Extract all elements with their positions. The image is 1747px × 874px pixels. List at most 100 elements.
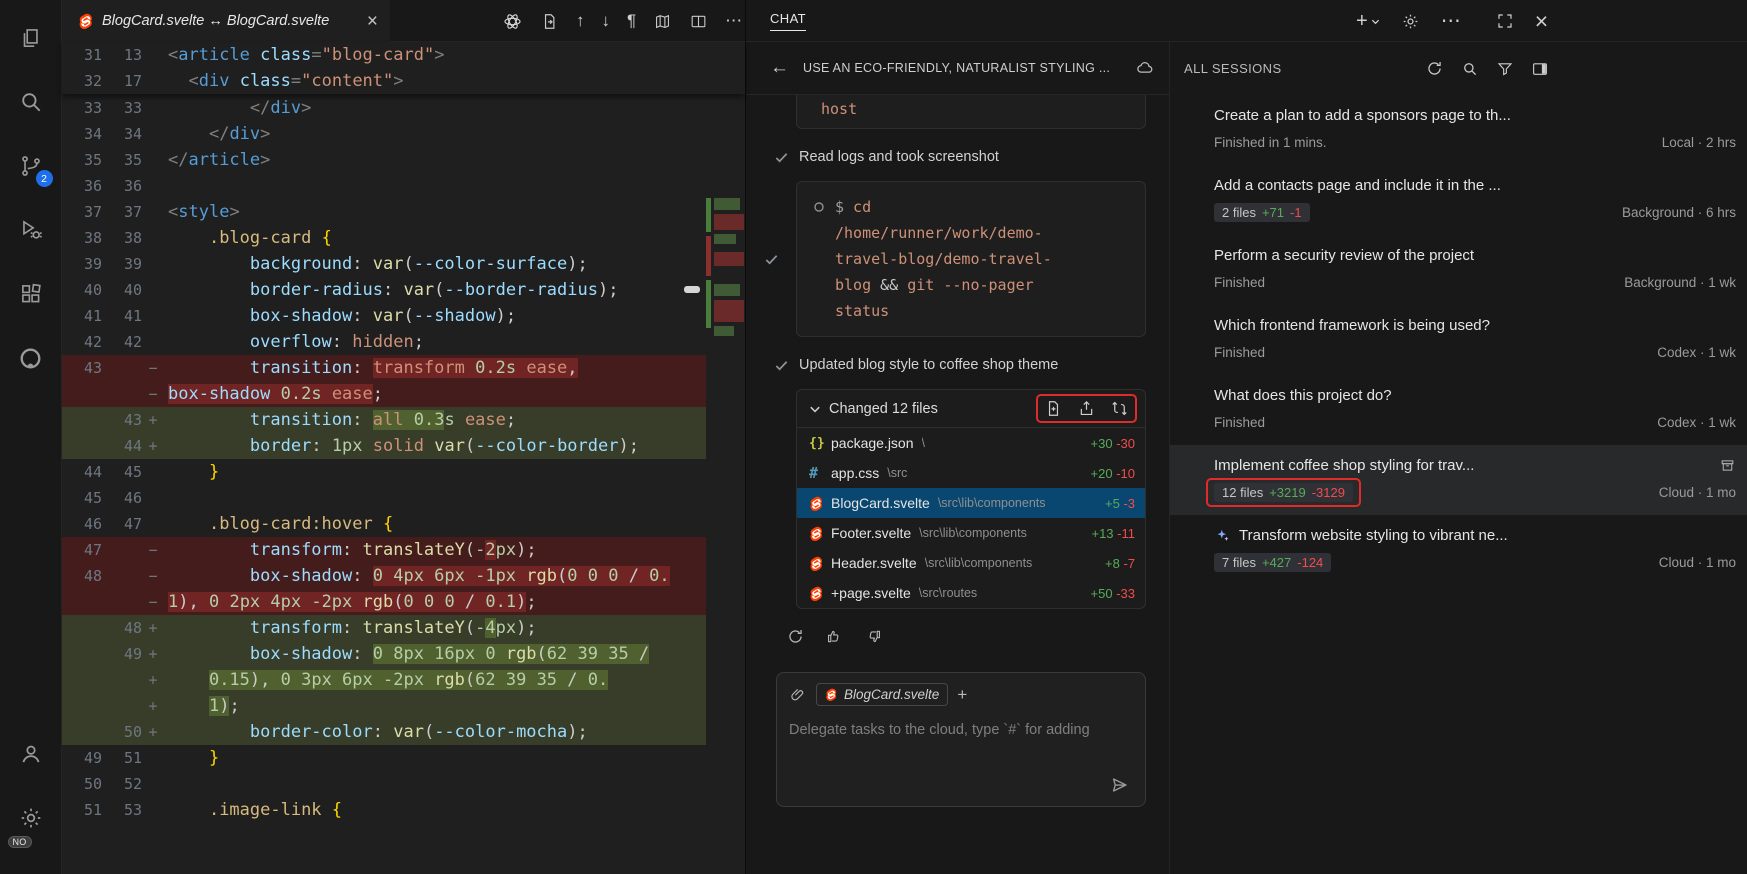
code-line[interactable]: 48+ transform: translateY(-4px); [62,615,745,641]
code-line[interactable]: + 1); [62,693,745,719]
search-icon[interactable] [0,70,62,134]
back-icon[interactable]: ← [770,57,789,79]
sessions-title: ALL SESSIONS [1184,61,1282,76]
changed-file-row[interactable]: Header.svelte\src\lib\components+8 -7 [797,548,1145,578]
code-line[interactable]: −box-shadow 0.2s ease; [62,381,745,407]
tab-chat[interactable]: CHAT [770,0,806,42]
session-item[interactable]: Implement coffee shop styling for trav..… [1170,445,1747,515]
close-icon[interactable]: × [1535,10,1548,33]
code-line[interactable]: 3737<style> [62,199,745,225]
run-debug-icon[interactable] [0,198,62,262]
cloud-icon[interactable] [1135,58,1155,78]
code-line[interactable]: 48− box-shadow: 0 4px 6px -1px rgb(0 0 0… [62,563,745,589]
github-icon[interactable] [0,326,62,390]
code-line[interactable]: 4951 } [62,745,745,771]
sticky-scroll[interactable]: 3113<article class="blog-card">3217 <div… [62,42,745,94]
attach-icon[interactable] [789,686,807,704]
explorer-icon[interactable] [0,6,62,70]
code-line[interactable]: 3113<article class="blog-card"> [62,42,745,68]
compare-changes-icon[interactable] [1110,399,1129,418]
refresh-icon[interactable] [1425,59,1444,78]
code-line[interactable]: 50+ border-color: var(--color-mocha); [62,719,745,745]
scrollbar-handle[interactable] [684,286,700,293]
code-line[interactable]: 3636 [62,173,745,199]
check-icon [774,358,789,373]
more-actions-icon[interactable]: ⋯ [725,11,742,31]
new-file-icon[interactable] [1044,399,1063,418]
changed-file-row[interactable]: +page.svelte\src\routes+50 -33 [797,578,1145,608]
changed-file-row[interactable]: {}package.json\+30 -30 [797,428,1145,458]
code-line[interactable]: 49+ box-shadow: 0 8px 16px 0 rgb(62 39 3… [62,641,745,667]
code-line[interactable]: 4546 [62,485,745,511]
session-item[interactable]: Perform a security review of the project… [1170,235,1747,305]
code-line[interactable]: 4242 overflow: hidden; [62,329,745,355]
previous-change-icon[interactable]: ↑ [576,11,585,31]
command-block[interactable]: $ cd/home/runner/work/demo-travel-blog/d… [796,181,1146,337]
map-icon[interactable] [653,12,672,31]
thumbs-up-icon[interactable] [825,627,844,646]
pilcrow-icon[interactable]: ¶ [627,11,636,31]
extensions-icon[interactable] [0,262,62,326]
code-line[interactable]: 4647 .blog-card:hover { [62,511,745,537]
source-control-icon[interactable]: 2 [0,134,62,198]
feedback-toolbar [786,627,1169,646]
archive-icon[interactable] [1719,457,1736,474]
export-icon[interactable] [1077,399,1096,418]
retry-icon[interactable] [786,627,805,646]
next-change-icon[interactable]: ↓ [602,11,611,31]
new-session-icon[interactable]: + [1356,11,1380,31]
minimap[interactable] [706,42,745,874]
code-line[interactable]: 3535</article> [62,147,745,173]
more-icon[interactable]: ⋯ [1441,11,1461,31]
code-line[interactable]: 3939 background: var(--color-surface); [62,251,745,277]
code-line[interactable]: 43− transition: transform 0.2s ease, [62,355,745,381]
code-line[interactable]: 5052 [62,771,745,797]
add-context-icon[interactable]: + [957,685,967,705]
session-source: Cloud · 1 mo [1659,555,1736,570]
context-chip[interactable]: BlogCard.svelte [816,683,948,706]
changed-file-row[interactable]: Footer.svelte\src\lib\components+13 -11 [797,518,1145,548]
session-item[interactable]: Create a plan to add a sponsors page to … [1170,95,1747,165]
expand-icon[interactable] [1496,12,1514,30]
code-line[interactable]: 43+ transition: all 0.3s ease; [62,407,745,433]
account-icon[interactable] [0,722,62,786]
session-item[interactable]: Add a contacts page and include it in th… [1170,165,1747,235]
svelte-file-icon [825,688,838,701]
split-editor-icon[interactable] [689,12,708,31]
removed-count: -11 [1117,526,1135,541]
code-line[interactable]: 3838 .blog-card { [62,225,745,251]
tab-blogcard-diff[interactable]: BlogCard.svelte ↔ BlogCard.svelte × [62,0,390,42]
tab-close-icon[interactable]: × [367,12,378,31]
send-icon[interactable] [1109,774,1131,796]
code-line[interactable]: 47− transform: translateY(-2px); [62,537,745,563]
editor-lines[interactable]: 3333 </div>3434 </div>3535</article>3636… [62,95,745,874]
search-icon[interactable] [1461,60,1479,78]
thumbs-down-icon[interactable] [864,627,883,646]
changed-file-row[interactable]: BlogCard.svelte\src\lib\components+5 -3 [797,488,1145,518]
openai-icon[interactable] [502,11,523,32]
code-line[interactable]: 4141 box-shadow: var(--shadow); [62,303,745,329]
layout-icon[interactable] [1531,60,1549,78]
code-line[interactable]: 4040 border-radius: var(--border-radius)… [62,277,745,303]
changed-file-row[interactable]: #app.css\src+20 -10 [797,458,1145,488]
file-name: Footer.svelte [831,525,911,541]
code-line[interactable]: 4445 } [62,459,745,485]
code-line[interactable]: 3333 </div> [62,95,745,121]
sessions-toolbar [1425,42,1549,95]
filter-icon[interactable] [1496,60,1514,78]
settings-gear-icon[interactable] [1401,12,1420,31]
code-line[interactable]: −1), 0 2px 4px -2px rgb(0 0 0 / 0.1); [62,589,745,615]
chat-input[interactable]: BlogCard.svelte + Delegate tasks to the … [776,672,1146,807]
code-line[interactable]: 44+ border: 1px solid var(--color-border… [62,433,745,459]
session-item[interactable]: Which frontend framework is being used?F… [1170,305,1747,375]
code-line[interactable]: + 0.15), 0 3px 6px -2px rgb(62 39 35 / 0… [62,667,745,693]
code-line[interactable]: 5153 .image-link { [62,797,745,823]
session-item[interactable]: What does this project do?FinishedCodex … [1170,375,1747,445]
changed-files-header[interactable]: Changed 12 files [797,390,1145,428]
settings-gear-icon[interactable]: NO [0,786,62,850]
chevron-down-icon [809,403,821,415]
open-changes-icon[interactable] [540,12,559,31]
session-item[interactable]: Transform website styling to vibrant ne.… [1170,515,1747,585]
code-line[interactable]: 3434 </div> [62,121,745,147]
code-line[interactable]: 3217 <div class="content"> [62,68,745,94]
